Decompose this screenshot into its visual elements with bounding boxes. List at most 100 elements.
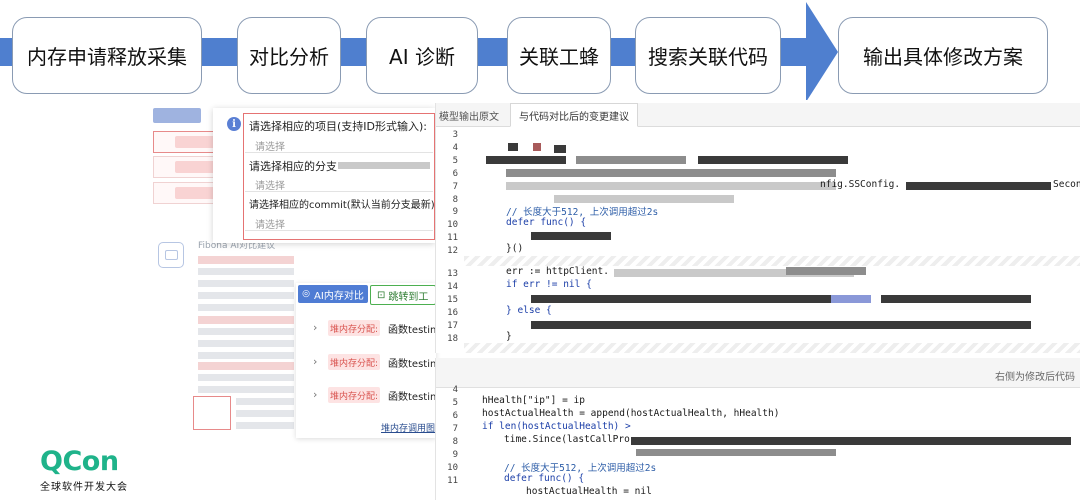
line-number: 3	[452, 130, 458, 140]
code-comment: // 长度大于512, 上次调用超过2s	[504, 463, 657, 474]
redacted-code	[531, 232, 611, 240]
ai-compare-label: AI内存对比	[314, 290, 364, 302]
line-number: 18	[447, 334, 458, 344]
background-text	[198, 256, 294, 264]
line-number: 11	[447, 476, 458, 486]
project-select[interactable]: 请选择	[255, 138, 285, 153]
line-number: 12	[447, 246, 458, 256]
stage-label: 内存申请释放采集	[27, 45, 187, 69]
line-number: 4	[452, 143, 458, 153]
redacted-code	[506, 182, 836, 190]
code-line: hHealth["ip"] = ip	[482, 395, 585, 406]
line-number: 7	[452, 424, 458, 434]
redacted-code	[486, 156, 566, 164]
background-text	[236, 410, 294, 417]
info-icon: i	[227, 117, 241, 131]
link-icon: ⊡	[377, 289, 386, 301]
line-number: 7	[452, 182, 458, 192]
background-text	[198, 316, 294, 324]
logo-wordmark: QCon	[40, 446, 119, 477]
line-number: 5	[452, 156, 458, 166]
redacted-code	[554, 145, 566, 153]
code-line: }()	[506, 243, 524, 254]
line-number: 11	[447, 233, 458, 243]
background-text	[198, 292, 294, 299]
code-diff-bottom: 右侧为修改后代码 4 5 6 7 8 9 10 11 hHealth["ip"]…	[435, 358, 1080, 500]
line-number: 8	[452, 437, 458, 447]
redacted-code	[531, 321, 1031, 329]
background-text	[236, 398, 294, 405]
line-number: 5	[452, 398, 458, 408]
code-line: } else {	[506, 305, 552, 316]
background-text	[236, 422, 294, 429]
redacted-code	[631, 437, 1071, 445]
line-number: 13	[447, 269, 458, 279]
background-text	[198, 374, 294, 381]
stage-ai-diagnose: AI 诊断	[366, 17, 478, 94]
background-tag	[175, 187, 217, 199]
code-line: if len(hostActualHealth) >	[482, 421, 631, 432]
code-line: time.Since(lastCallPro	[504, 434, 630, 445]
tab-change-suggestions[interactable]: 与代码对比后的变更建议	[510, 103, 638, 127]
commit-select[interactable]: 请选择	[255, 216, 285, 231]
code-fragment: nfig.SSConfig.	[820, 179, 901, 190]
function-name: 函数testing	[388, 392, 436, 403]
background-text	[198, 352, 294, 359]
line-number: 15	[447, 295, 458, 305]
background-text	[198, 268, 294, 275]
function-name: 函数testing	[388, 359, 436, 370]
branch-hint	[338, 162, 430, 169]
line-number: 14	[447, 282, 458, 292]
line-number: 8	[452, 195, 458, 205]
background-tag	[175, 161, 217, 173]
chevron-right-icon[interactable]: ›	[313, 355, 317, 368]
chevron-right-icon[interactable]: ›	[313, 388, 317, 401]
heap-alloc-badge: 堆内存分配:	[328, 387, 380, 403]
stage-label: 对比分析	[249, 45, 329, 69]
line-number: 16	[447, 308, 458, 318]
line-number: 10	[447, 220, 458, 230]
tab-model-output[interactable]: 模型输出原文	[439, 103, 499, 127]
stage-output-plan: 输出具体修改方案	[838, 17, 1048, 94]
logo-subtitle: 全球软件开发大会	[40, 482, 128, 493]
divider	[245, 152, 433, 153]
function-name: 函数testing	[388, 325, 436, 336]
background-text	[198, 328, 294, 335]
highlight-box	[193, 396, 231, 430]
line-number: 9	[452, 450, 458, 460]
heap-alloc-badge: 堆内存分配:	[328, 320, 380, 336]
background-text	[198, 280, 294, 287]
jump-to-gongfeng-button[interactable]: ⊡ 跳转到工	[370, 285, 436, 305]
code-fragment: Secon	[1053, 179, 1080, 190]
background-text	[198, 386, 294, 393]
stage-label: 搜索关联代码	[648, 45, 768, 69]
code-tab-bar: 模型输出原文 与代码对比后的变更建议	[436, 103, 1080, 127]
divider	[245, 191, 433, 192]
line-number: 10	[447, 463, 458, 473]
commit-question: 请选择相应的commit(默认当前分支最新)	[249, 200, 435, 211]
line-number: 9	[452, 207, 458, 217]
diff-separator	[464, 343, 1080, 353]
branch-select[interactable]: 请选择	[255, 177, 285, 192]
ai-compare-button[interactable]: ◎ AI内存对比	[298, 285, 368, 303]
background-ai-button	[153, 108, 201, 123]
stage-label: 输出具体修改方案	[863, 45, 1023, 69]
heap-call-graph-link[interactable]: 堆内存调用图	[381, 421, 436, 434]
code-line: defer func() {	[506, 217, 587, 228]
stage-link-gongfeng: 关联工蜂	[507, 17, 611, 94]
code-line: err := httpClient.	[506, 266, 609, 277]
project-question: 请选择相应的项目(支持ID形式输入):	[249, 120, 428, 133]
code-diff-top: 模型输出原文 与代码对比后的变更建议 3 4 5 6 7 8 9 10 11 1…	[435, 103, 1080, 353]
redacted-code	[531, 295, 831, 303]
line-number: 6	[452, 411, 458, 421]
chevron-right-icon[interactable]: ›	[313, 321, 317, 334]
redacted-code	[533, 143, 541, 151]
stage-search-code: 搜索关联代码	[635, 17, 781, 94]
robot-icon	[158, 242, 184, 268]
jump-label: 跳转到工	[388, 291, 429, 303]
code-line: defer func() {	[504, 473, 585, 484]
code-line: hostActualHealth = nil	[526, 486, 652, 497]
code-comment: // 长度大于512, 上次调用超过2s	[506, 207, 659, 218]
line-number: 17	[447, 321, 458, 331]
code-line: }	[506, 331, 512, 342]
